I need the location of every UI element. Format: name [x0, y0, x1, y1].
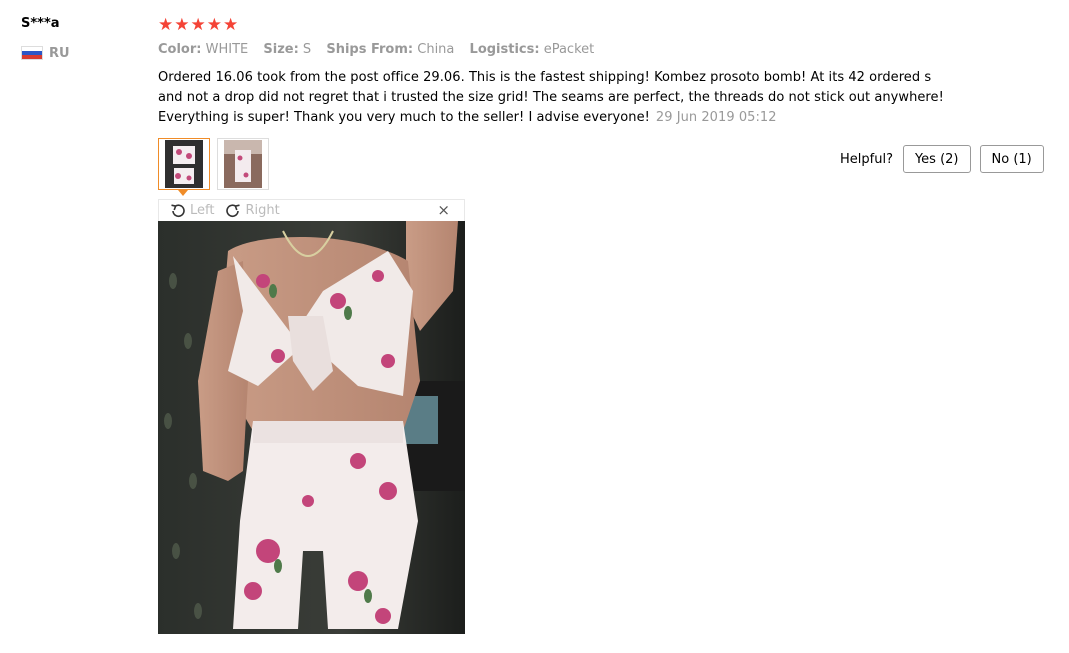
attribute-key: Logistics:: [469, 42, 540, 57]
helpful-votes: Helpful? Yes (2) No (1): [840, 145, 1053, 173]
country-code: RU: [49, 45, 70, 61]
rotate-left-button[interactable]: Left: [169, 202, 214, 220]
review-photo: [158, 221, 465, 634]
review-photo-thumbnails: [158, 138, 269, 196]
russia-flag-icon: [21, 46, 43, 60]
review-item: S***a RU ★ ★ ★ ★ ★ Color: WHITE Size: S …: [0, 0, 1069, 653]
attribute-ships-from: Ships From: China: [326, 42, 454, 57]
reviewer-country: RU: [21, 45, 70, 61]
attribute-color: Color: WHITE: [158, 42, 248, 57]
helpful-no-button[interactable]: No (1): [979, 145, 1044, 173]
star-rating: ★ ★ ★ ★ ★: [158, 14, 238, 36]
attribute-key: Color:: [158, 42, 202, 57]
attribute-value: WHITE: [205, 42, 249, 57]
photo-viewer: Left Right ×: [158, 199, 465, 634]
attribute-logistics: Logistics: ePacket: [470, 42, 595, 57]
attribute-value: S: [302, 42, 312, 57]
thumbnail-photo: [224, 140, 262, 188]
attribute-value: ePacket: [543, 42, 595, 57]
review-date: 29 Jun 2019 05:12: [655, 110, 777, 125]
close-viewer-button[interactable]: ×: [437, 201, 450, 219]
rotate-right-button[interactable]: Right: [224, 202, 280, 220]
star-icon: ★: [174, 15, 190, 35]
attribute-key: Size:: [263, 42, 299, 57]
helpful-label: Helpful?: [840, 151, 893, 167]
rotate-left-label: Left: [190, 203, 215, 218]
rotate-left-icon: [171, 203, 185, 217]
rotate-right-label: Right: [245, 203, 280, 218]
photo-viewer-toolbar: Left Right ×: [158, 199, 465, 221]
helpful-yes-button[interactable]: Yes (2): [902, 145, 971, 173]
order-attributes: Color: WHITE Size: S Ships From: China L…: [158, 42, 605, 57]
star-icon: ★: [223, 15, 239, 35]
photo-thumbnail-1[interactable]: [158, 138, 210, 196]
rotate-right-icon: [226, 203, 241, 217]
thumbnail-photo: [165, 140, 203, 188]
attribute-size: Size: S: [263, 42, 311, 57]
review-body: Ordered 16.06 took from the post office …: [158, 68, 958, 128]
selected-indicator: [178, 190, 188, 196]
attribute-value: China: [417, 42, 455, 57]
reviewer-name: S***a: [21, 16, 60, 31]
review-text: Ordered 16.06 took from the post office …: [158, 70, 944, 125]
star-icon: ★: [206, 15, 222, 35]
star-icon: ★: [190, 15, 206, 35]
photo-thumbnail-2[interactable]: [217, 138, 269, 190]
attribute-key: Ships From:: [326, 42, 414, 57]
star-icon: ★: [158, 15, 174, 35]
